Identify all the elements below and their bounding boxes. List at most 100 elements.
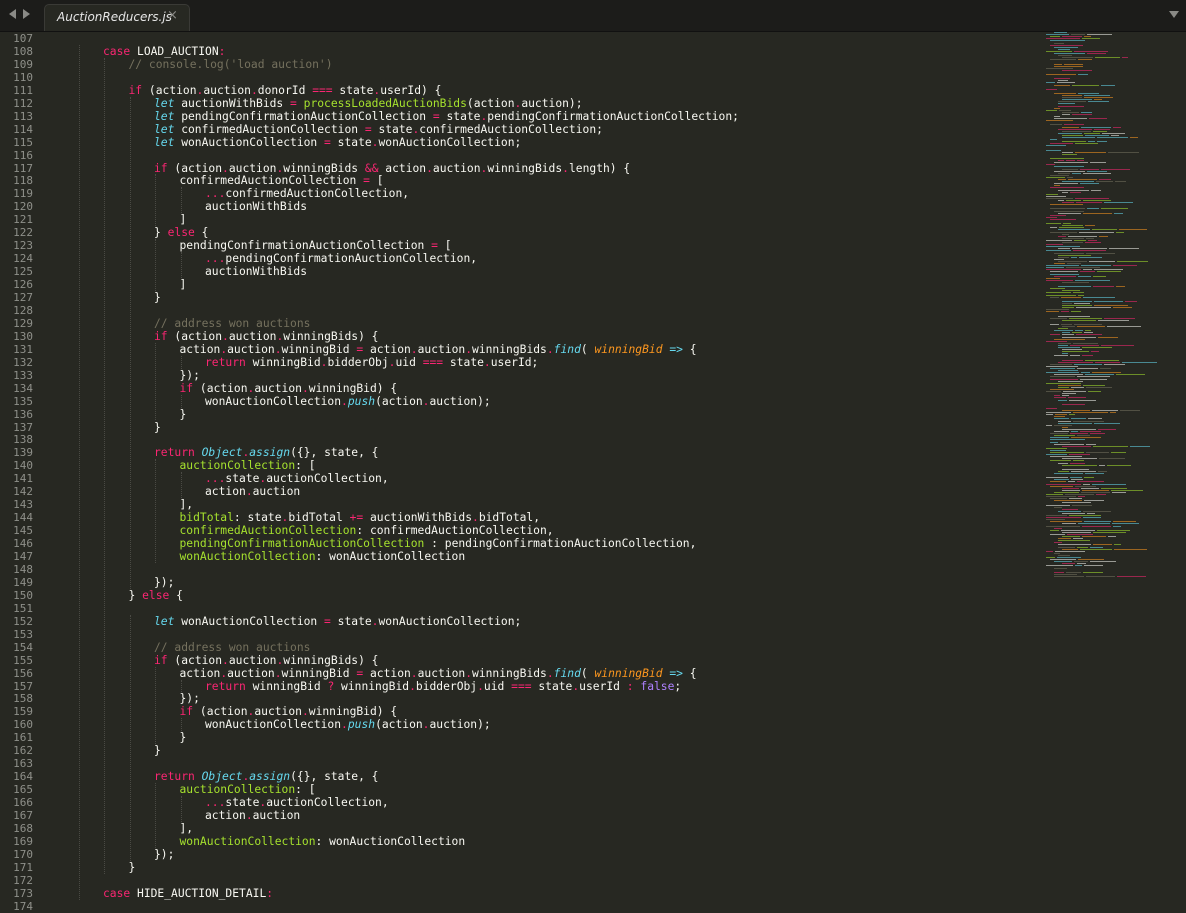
indent-guide: [180, 252, 182, 279]
minimap-line: [1046, 447, 1067, 449]
minimap-line: [1088, 141, 1095, 143]
minimap[interactable]: [1046, 32, 1186, 592]
minimap-line: [1070, 344, 1099, 346]
minimap-line: [1050, 481, 1066, 483]
minimap-line: [1046, 109, 1057, 111]
minimap-line: [1050, 389, 1074, 390]
code-token: action: [205, 485, 246, 499]
close-icon[interactable]: ×: [167, 8, 178, 23]
minimap-line: [1050, 485, 1073, 487]
minimap-line: [1062, 351, 1089, 353]
line-number: 174: [13, 899, 33, 913]
code-token: }: [128, 588, 143, 602]
minimap-line: [1054, 374, 1083, 376]
line-number: 166: [13, 796, 33, 810]
code-token: winningBids: [472, 666, 547, 680]
minimap-line: [1046, 515, 1067, 516]
code-token: {: [682, 342, 697, 356]
minimap-line: [1084, 565, 1103, 567]
minimap-line: [1046, 149, 1061, 151]
code-line: ]: [180, 278, 187, 291]
minimap-line: [1050, 334, 1060, 336]
code-token: push: [347, 718, 376, 732]
minimap-line: [1046, 382, 1081, 384]
code-line: wonAuctionCollection.push(action.auction…: [205, 395, 491, 408]
code-line: }: [154, 744, 161, 757]
code-token: auction: [254, 381, 302, 395]
code-token: wonAuctionCollection: [179, 550, 316, 563]
minimap-line: [1081, 111, 1092, 113]
line-number: 130: [13, 329, 33, 343]
minimap-line: [1117, 575, 1146, 577]
code-line: ...confirmedAuctionCollection,: [205, 187, 409, 200]
line-number: 115: [13, 135, 33, 149]
minimap-line: [1074, 363, 1102, 365]
minimap-line: [1078, 496, 1085, 498]
minimap-line: [1069, 454, 1090, 456]
code-token: assign: [249, 446, 291, 460]
line-number: 137: [13, 420, 33, 434]
code-token: auction);: [429, 394, 491, 408]
minimap-line: [1061, 296, 1081, 298]
minimap-line: [1069, 317, 1102, 319]
minimap-line: [1058, 422, 1092, 424]
minimap-line: [1054, 42, 1064, 44]
code-line: if (action.auction.winningBids && action…: [154, 162, 630, 175]
minimap-line: [1122, 57, 1128, 59]
indent-guide: [155, 174, 156, 227]
back-arrow-icon[interactable]: [9, 9, 16, 19]
indent-guide: [180, 796, 182, 822]
file-tab[interactable]: AuctionReducers.js ×: [44, 4, 190, 31]
minimap-line: [1097, 271, 1121, 273]
minimap-line: [1054, 46, 1078, 48]
minimap-line: [1101, 344, 1134, 346]
code-token: });: [179, 368, 200, 382]
minimap-line: [1050, 323, 1059, 325]
minimap-line: [1107, 464, 1131, 466]
code-editor[interactable]: case LOAD_AUCTION:// console.log('load a…: [52, 32, 1032, 900]
minimap-line: [1058, 554, 1070, 556]
minimap-line: [1061, 323, 1072, 325]
code-token: {: [169, 588, 183, 602]
minimap-line: [1062, 97, 1082, 99]
code-token: auction: [432, 161, 481, 175]
minimap-line: [1062, 137, 1095, 138]
minimap-line: [1096, 494, 1106, 495]
minimap-line: [1078, 559, 1104, 561]
minimap-line: [1050, 559, 1076, 561]
tab-menu-icon[interactable]: [1169, 11, 1179, 18]
minimap-line: [1062, 281, 1089, 283]
code-line: ],: [180, 822, 194, 835]
line-number: 124: [13, 252, 33, 266]
minimap-line: [1057, 82, 1075, 84]
minimap-line: [1058, 540, 1090, 542]
code-token: .: [409, 679, 416, 693]
code-token: ],: [179, 821, 194, 835]
code-token: winningBids) {: [283, 329, 379, 343]
code-token: [: [437, 239, 452, 253]
minimap-line: [1046, 309, 1069, 311]
minimap-line: [1054, 418, 1069, 420]
minimap-line: [1098, 428, 1116, 430]
minimap-line: [1054, 275, 1076, 277]
code-token: =: [363, 174, 370, 188]
code-token: confirmedAuctionCollection: [174, 122, 365, 136]
minimap-line: [1074, 50, 1108, 52]
minimap-line: [1046, 50, 1072, 52]
minimap-line: [1098, 336, 1118, 338]
code-token: ===: [422, 355, 444, 369]
minimap-line: [1096, 181, 1113, 183]
minimap-line: [1050, 139, 1057, 141]
minimap-line: [1057, 557, 1081, 558]
minimap-line: [1074, 239, 1086, 241]
minimap-line: [1075, 565, 1082, 567]
forward-arrow-icon[interactable]: [23, 9, 30, 19]
minimap-line: [1050, 288, 1065, 290]
minimap-line: [1063, 391, 1086, 393]
minimap-line: [1087, 512, 1095, 514]
minimap-line: [1076, 202, 1102, 204]
minimap-line: [1062, 151, 1073, 153]
line-number: 111: [13, 83, 33, 97]
minimap-line: [1062, 111, 1079, 113]
line-number: 138: [13, 433, 33, 447]
